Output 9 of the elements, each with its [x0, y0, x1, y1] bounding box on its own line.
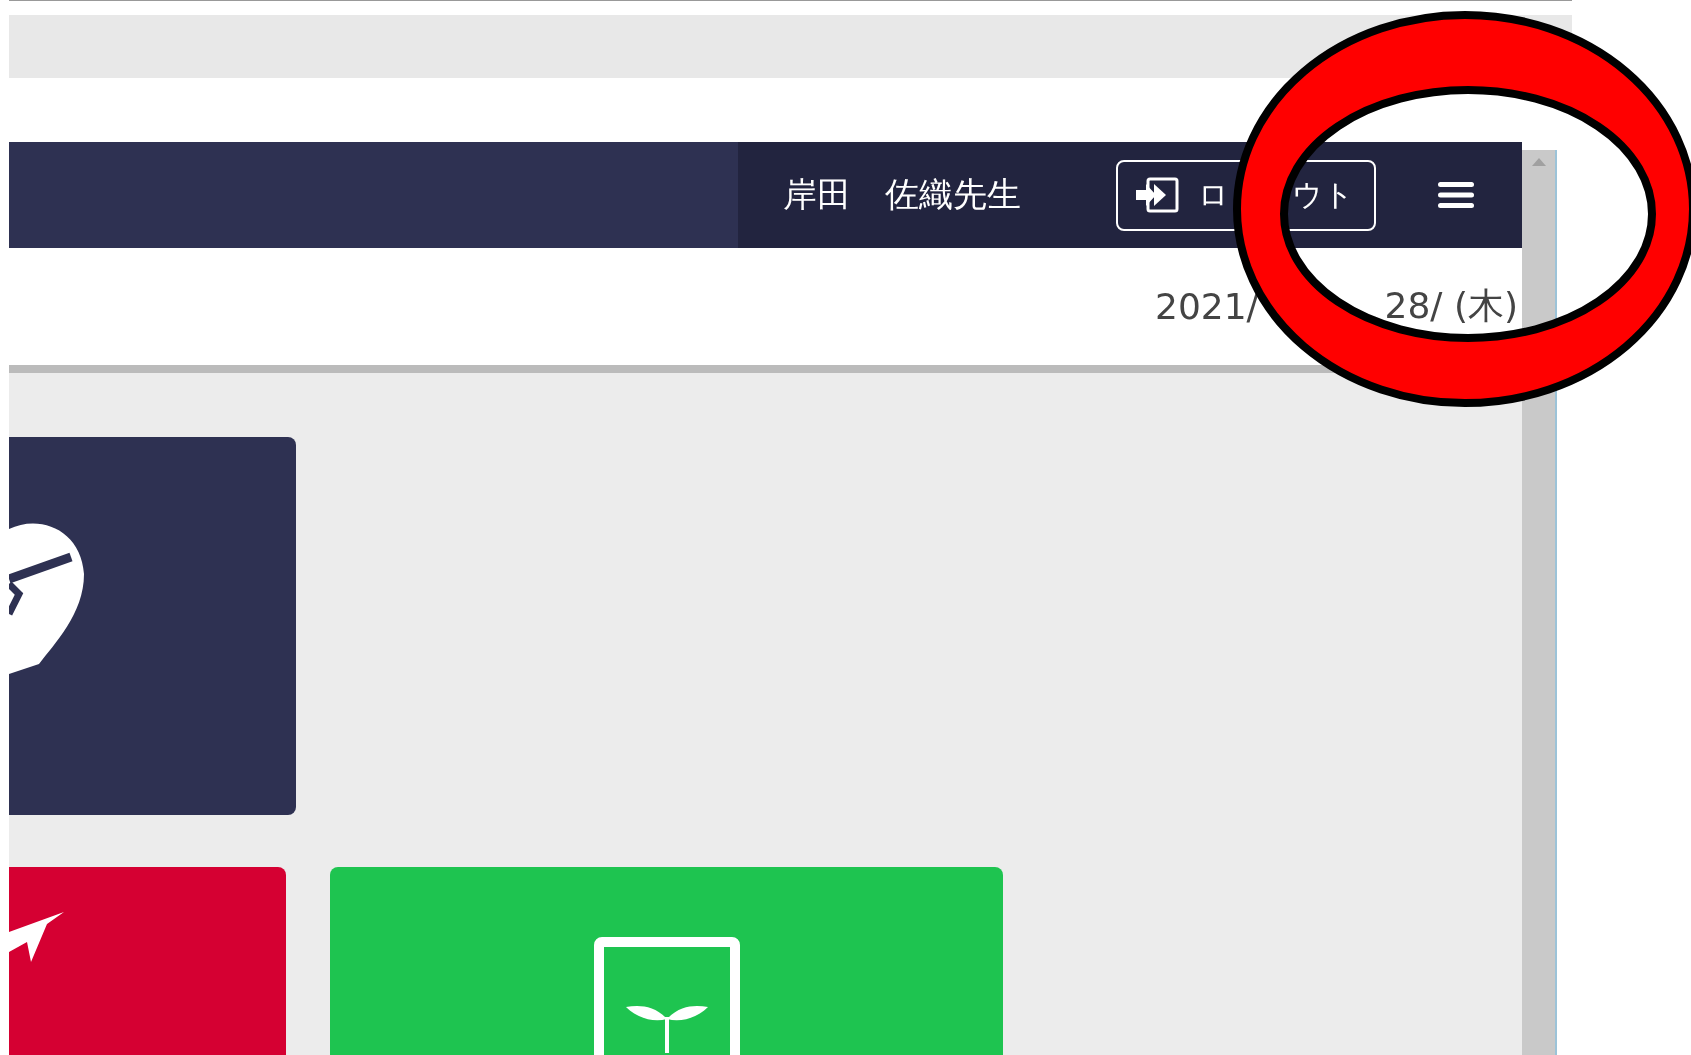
exit-icon [1134, 176, 1180, 214]
date-text: 2021/ [1155, 286, 1259, 327]
menu-tile[interactable] [9, 437, 296, 815]
menu-icon[interactable] [1438, 181, 1474, 209]
sprout-icon [593, 937, 740, 1055]
scroll-up-arrow-icon[interactable] [1531, 158, 1546, 166]
date-text: 28/ (木) [1384, 284, 1518, 328]
user-name: 岸田 佐織先生 [783, 173, 1021, 216]
scrollbar[interactable] [1522, 150, 1557, 1055]
